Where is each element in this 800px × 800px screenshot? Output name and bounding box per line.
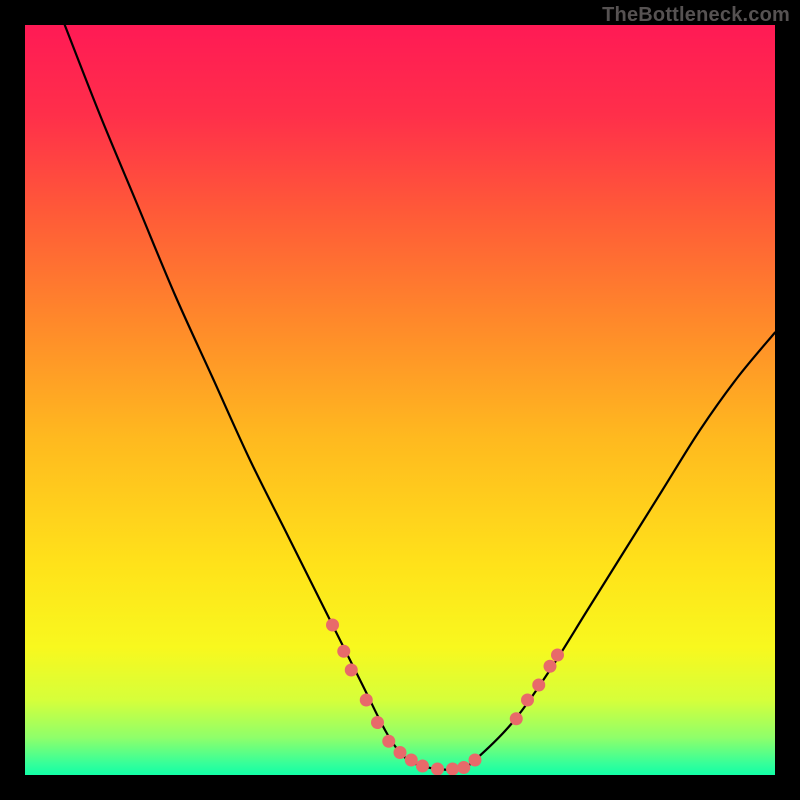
plot-area — [25, 25, 775, 775]
highlight-markers — [326, 619, 564, 776]
highlight-point — [345, 664, 358, 677]
highlight-point — [469, 754, 482, 767]
highlight-point — [431, 763, 444, 776]
highlight-point — [510, 712, 523, 725]
highlight-point — [416, 760, 429, 773]
highlight-point — [405, 754, 418, 767]
chart-frame: TheBottleneck.com — [0, 0, 800, 800]
highlight-point — [337, 645, 350, 658]
attribution-text: TheBottleneck.com — [602, 4, 790, 27]
bottleneck-curve — [65, 25, 775, 770]
highlight-point — [544, 660, 557, 673]
highlight-point — [371, 716, 384, 729]
highlight-point — [532, 679, 545, 692]
highlight-point — [394, 746, 407, 759]
highlight-point — [521, 694, 534, 707]
highlight-point — [326, 619, 339, 632]
highlight-point — [457, 761, 470, 774]
highlight-point — [360, 694, 373, 707]
curve-layer — [25, 25, 775, 775]
highlight-point — [551, 649, 564, 662]
highlight-point — [446, 763, 459, 776]
highlight-point — [382, 735, 395, 748]
